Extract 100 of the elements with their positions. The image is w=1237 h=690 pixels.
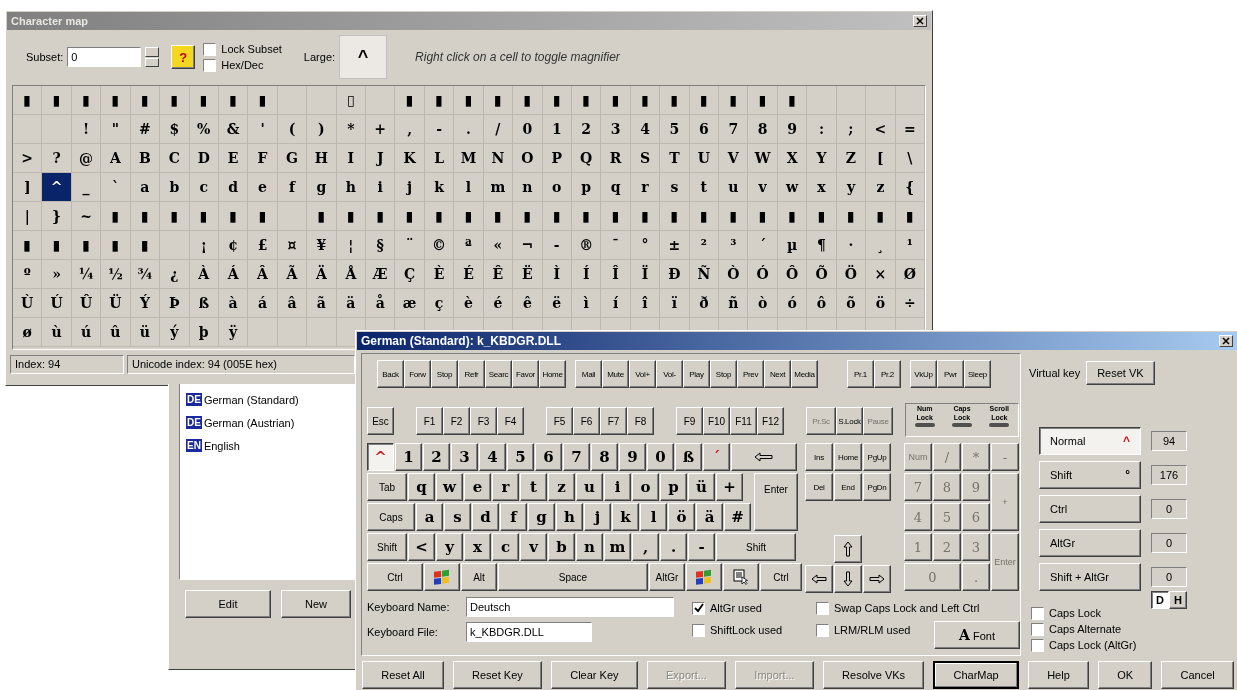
char-cell[interactable]: } (42, 202, 72, 231)
key[interactable]: q (408, 473, 435, 501)
char-cell[interactable]: ▮ (483, 202, 514, 231)
key[interactable]: g (528, 503, 555, 531)
char-cell[interactable]: & (218, 115, 249, 144)
char-cell[interactable]: Ì (542, 260, 572, 289)
checkbox[interactable] (1031, 606, 1044, 620)
key[interactable]: Refr (458, 360, 485, 388)
char-cell[interactable]: E (218, 144, 249, 173)
key[interactable]: S.Lock (836, 407, 863, 435)
key[interactable]: # (724, 503, 751, 531)
char-cell[interactable]: s (660, 173, 690, 202)
char-cell[interactable]: D (189, 144, 219, 173)
char-cell[interactable]: ó (777, 289, 808, 318)
char-cell[interactable]: Ë (513, 260, 543, 289)
char-cell[interactable]: ^ (42, 173, 72, 202)
grid-cell[interactable] (307, 318, 337, 347)
char-cell[interactable]: ▮ (248, 202, 278, 231)
char-cell[interactable]: ▮ (13, 86, 43, 115)
char-cell[interactable]: ³ (719, 231, 749, 260)
char-cell[interactable]: ¤ (277, 231, 308, 260)
key[interactable]: Favor (512, 360, 539, 388)
char-cell[interactable]: ▮ (630, 202, 661, 231)
char-cell[interactable] (13, 115, 43, 144)
char-cell[interactable]: À (189, 260, 219, 289)
char-cell[interactable]: õ (836, 289, 867, 318)
shift-state-button[interactable]: Shift + AltGr (1039, 563, 1141, 591)
key[interactable]: Mail (575, 360, 602, 388)
char-cell[interactable]: * (336, 115, 367, 144)
char-cell[interactable]: ▮ (13, 231, 43, 260)
char-cell[interactable]: Y (807, 144, 837, 173)
checkbox[interactable] (203, 42, 217, 56)
char-cell[interactable]: 7 (719, 115, 749, 144)
char-cell[interactable]: ¦ (336, 231, 367, 260)
keyboard-name-field[interactable]: Deutsch (466, 597, 674, 617)
char-cell[interactable]: ¬ (513, 231, 543, 260)
key[interactable]: o (632, 473, 659, 501)
char-cell[interactable]: Ò (719, 260, 749, 289)
char-cell[interactable]: ( (277, 115, 308, 144)
char-cell[interactable]: ÷ (895, 289, 925, 318)
key[interactable]: m (604, 533, 631, 561)
layout-button[interactable]: Edit (185, 590, 271, 618)
key[interactable]: y (436, 533, 463, 561)
char-cell[interactable]: " (101, 115, 131, 144)
char-cell[interactable]: ▮ (160, 86, 190, 115)
char-cell[interactable]: ▮ (748, 86, 778, 115)
char-cell[interactable]: ` (101, 173, 131, 202)
char-cell[interactable]: ▮ (101, 86, 131, 115)
char-cell[interactable]: ▮ (424, 86, 455, 115)
char-cell[interactable]: ® (571, 231, 602, 260)
char-cell[interactable]: h (336, 173, 367, 202)
key[interactable]: Vol+ (629, 360, 656, 388)
char-cell[interactable]: ½ (101, 260, 131, 289)
up-arrow-key[interactable] (834, 535, 862, 563)
char-cell[interactable]: ▮ (719, 202, 749, 231)
char-cell[interactable]: Í (571, 260, 602, 289)
char-cell[interactable]: Å (336, 260, 367, 289)
char-cell[interactable]: Û (71, 289, 102, 318)
checkbox[interactable] (203, 58, 217, 72)
key[interactable]: PgUp (863, 443, 891, 471)
char-cell[interactable]: = (895, 115, 925, 144)
layout-item[interactable]: German (Austrian) (203, 416, 295, 429)
layout-item[interactable]: English (203, 439, 240, 452)
char-cell[interactable]: û (101, 318, 131, 347)
char-cell[interactable]: ~ (71, 202, 102, 231)
char-cell[interactable]: ! (71, 115, 102, 144)
dialog-button[interactable]: Reset All (362, 661, 444, 689)
spinner[interactable] (145, 47, 160, 67)
key[interactable]: , (632, 533, 659, 561)
char-cell[interactable]: + (366, 115, 396, 144)
key[interactable]: Media (791, 360, 818, 388)
key[interactable]: w (436, 473, 463, 501)
char-cell[interactable]: Ä (307, 260, 337, 289)
char-cell[interactable]: ¸ (866, 231, 896, 260)
char-cell[interactable]: ▮ (130, 202, 161, 231)
key[interactable]: + (716, 473, 743, 501)
key[interactable]: Shift (716, 533, 796, 561)
char-cell[interactable]: · (836, 231, 867, 260)
char-cell[interactable] (307, 86, 337, 115)
shift-state-button[interactable]: Normal ^ (1039, 427, 1141, 455)
key[interactable]: Play (683, 360, 710, 388)
keyboard-file-field[interactable]: k_KBDGR.DLL (466, 622, 592, 642)
dialog-button[interactable]: CharMap (933, 661, 1019, 689)
char-cell[interactable]: é (483, 289, 514, 318)
char-cell[interactable]: 8 (748, 115, 778, 144)
checkbox[interactable] (692, 601, 705, 615)
key[interactable]: Esc (367, 407, 394, 435)
char-cell[interactable]: ▮ (542, 86, 572, 115)
char-cell[interactable]: ▮ (366, 202, 396, 231)
char-cell[interactable]: Ý (130, 289, 161, 318)
char-cell[interactable] (895, 86, 925, 115)
key[interactable]: 3 (451, 443, 478, 471)
char-cell[interactable]: | (13, 202, 43, 231)
char-cell[interactable]: Q (571, 144, 602, 173)
char-cell[interactable] (866, 86, 896, 115)
dialog-button[interactable]: Clear Key (551, 661, 638, 689)
char-cell[interactable]: ▮ (101, 231, 131, 260)
char-cell[interactable] (366, 86, 396, 115)
char-cell[interactable]: Z (836, 144, 867, 173)
key[interactable]: Searc (485, 360, 512, 388)
